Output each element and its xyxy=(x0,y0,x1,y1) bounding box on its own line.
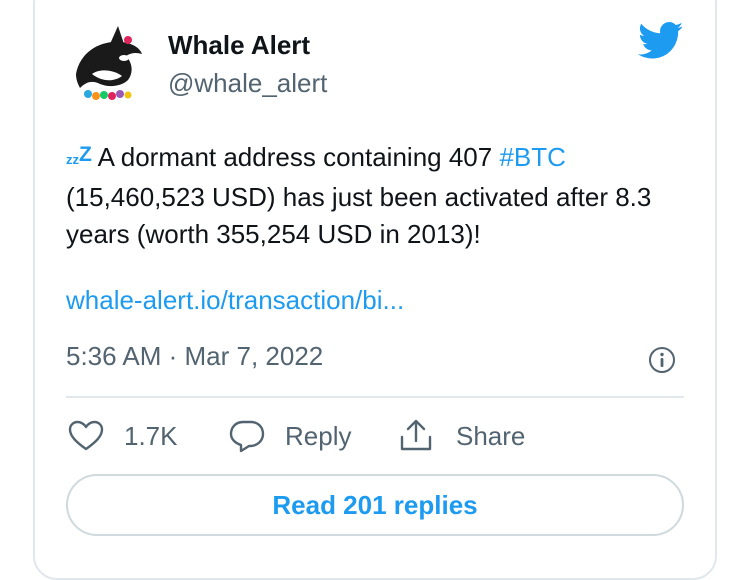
share-button[interactable]: Share xyxy=(398,416,525,456)
sleeping-zz-emoji: zzZ xyxy=(66,143,92,167)
reply-button[interactable]: Reply xyxy=(229,416,351,456)
hashtag-link[interactable]: #BTC xyxy=(499,142,565,172)
transaction-link[interactable]: whale-alert.io/transaction/bi... xyxy=(66,285,404,316)
whale-avatar[interactable] xyxy=(66,22,150,108)
reply-bubble-icon xyxy=(229,420,265,453)
author-name[interactable]: Whale Alert xyxy=(168,30,310,61)
tweet-text: zzZ A dormant address containing 407 #BT… xyxy=(66,136,696,254)
divider xyxy=(66,396,684,398)
info-icon[interactable] xyxy=(648,346,676,374)
reply-label: Reply xyxy=(285,420,352,451)
read-replies-button[interactable]: Read 201 replies xyxy=(66,474,684,536)
tweet-timestamp[interactable]: 5:36 AM · Mar 7, 2022 xyxy=(66,341,323,372)
like-count: 1.7K xyxy=(124,420,178,451)
tweet-text-part2: (15,460,523 USD) has just been activated… xyxy=(66,181,652,250)
share-upload-icon xyxy=(400,419,432,451)
author-handle[interactable]: @whale_alert xyxy=(168,68,327,99)
share-label: Share xyxy=(456,420,526,451)
heart-icon xyxy=(68,420,104,451)
like-button[interactable]: 1.7K xyxy=(68,416,178,456)
twitter-bird-icon[interactable] xyxy=(638,22,684,60)
tweet-text-part1: A dormant address containing 407 xyxy=(91,142,500,172)
whale-avatar-icon xyxy=(67,24,149,106)
